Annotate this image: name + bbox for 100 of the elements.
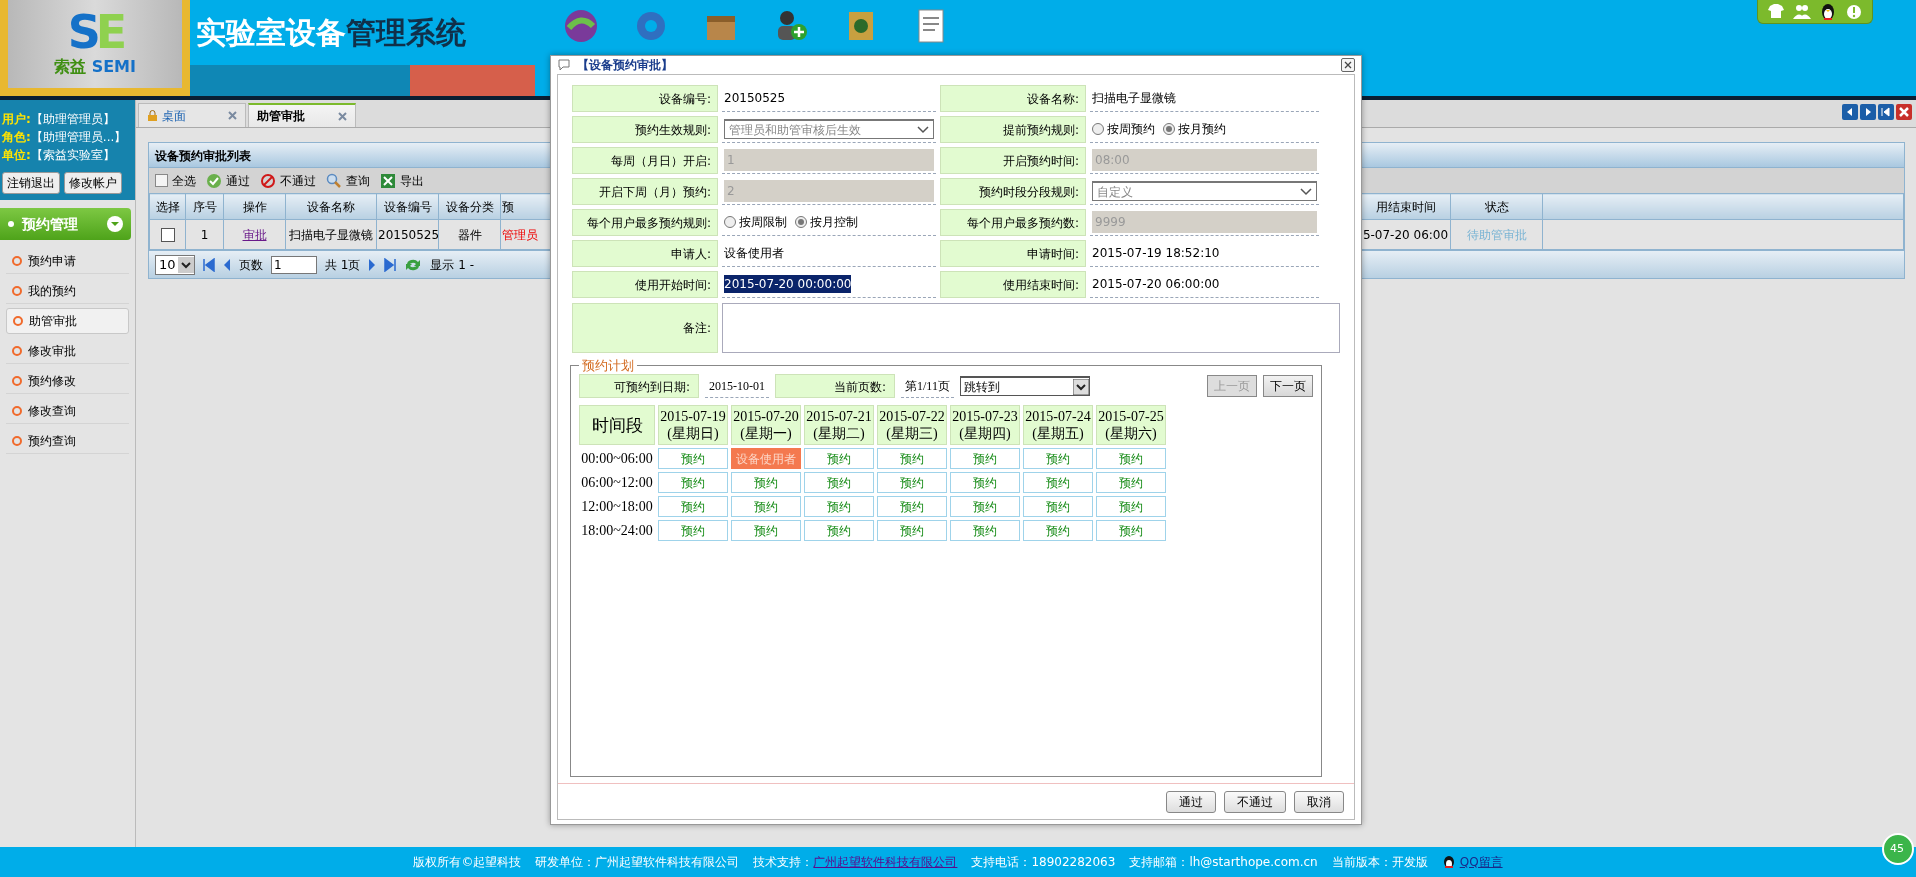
close-icon[interactable] [228, 111, 237, 120]
reserve-slot[interactable]: 预约 [877, 472, 947, 493]
counter-badge[interactable]: 45 [1882, 833, 1914, 865]
radio-option[interactable]: 按周预约 [1092, 120, 1155, 138]
radio-option[interactable]: 按月预约 [1163, 120, 1226, 138]
menu-item[interactable]: 助管审批 [6, 308, 129, 334]
checkbox[interactable] [155, 174, 168, 187]
field-label: 每个用户最多预约规则: [572, 209, 718, 236]
close-icon[interactable] [1896, 104, 1912, 120]
radio-option[interactable]: 按周限制 [724, 213, 787, 231]
column-header: 预 [500, 193, 552, 220]
select-field[interactable]: 自定义 [1092, 181, 1317, 201]
reserve-slot[interactable]: 预约 [658, 520, 728, 541]
users-icon[interactable] [1792, 2, 1812, 21]
reserve-slot[interactable]: 预约 [1023, 520, 1093, 541]
reserve-slot[interactable]: 预约 [658, 472, 728, 493]
last-page-icon[interactable] [384, 257, 397, 272]
reserve-slot[interactable]: 预约 [804, 448, 874, 469]
reserve-slot[interactable]: 预约 [1096, 472, 1166, 493]
first-page-icon[interactable] [1878, 104, 1894, 120]
info-value: 【助理管理员】 [30, 112, 115, 126]
reserve-slot[interactable]: 预约 [731, 520, 801, 541]
readonly-field: 1 [724, 149, 934, 171]
menu-item[interactable]: 预约修改 [6, 368, 129, 394]
field-value: 设备使用者 [724, 245, 784, 262]
next-icon[interactable] [368, 257, 377, 272]
toolbar-button[interactable]: 通过 [206, 171, 250, 190]
table-cell: 器件 [457, 227, 482, 242]
time-slot-label: 00:00~06:00 [581, 451, 653, 466]
reserve-slot[interactable]: 预约 [1096, 448, 1166, 469]
reserve-slot[interactable]: 预约 [877, 496, 947, 517]
reserve-slot[interactable]: 预约 [1023, 496, 1093, 517]
info-label: 用户: [2, 112, 31, 126]
toolbar-button[interactable]: 导出 [380, 171, 424, 190]
alert-icon[interactable] [1844, 2, 1864, 21]
section-title: 预约计划 [581, 359, 635, 372]
review-link[interactable]: 审批 [242, 227, 267, 242]
reserve-slot[interactable]: 预约 [804, 472, 874, 493]
reserve-slot[interactable]: 预约 [1096, 520, 1166, 541]
account-button[interactable]: 注销退出 [2, 172, 60, 194]
radio-option[interactable]: 按月控制 [795, 213, 858, 231]
toolbar-button[interactable]: 查询 [326, 171, 370, 190]
menu-item[interactable]: 修改审批 [6, 338, 129, 364]
toolbar-button[interactable]: 全选 [155, 171, 196, 190]
toolbar-button[interactable]: 不通过 [260, 171, 316, 190]
jump-select[interactable]: 跳转到 [959, 376, 1090, 396]
qq-link[interactable]: QQ留言 [1459, 853, 1503, 871]
reserve-slot[interactable]: 预约 [877, 448, 947, 469]
menu-item[interactable]: 我的预约 [6, 278, 129, 304]
dialog-button[interactable]: 不通过 [1224, 790, 1286, 813]
reserve-slot[interactable]: 预约 [950, 448, 1020, 469]
dialog-button[interactable]: 通过 [1166, 790, 1216, 813]
shirt-icon[interactable] [1766, 2, 1786, 21]
close-icon[interactable] [338, 111, 347, 121]
field-label: 每周（月日）开启: [572, 147, 718, 174]
day-header: 2015-07-23 (星期四) [952, 409, 1018, 441]
menu-item[interactable]: 预约申请 [6, 248, 129, 274]
column-header: 时间段 [579, 405, 655, 445]
tab[interactable]: 桌面 [138, 103, 246, 127]
reserve-slot[interactable]: 预约 [804, 496, 874, 517]
reserve-slot[interactable]: 预约 [804, 520, 874, 541]
menu-item[interactable]: 修改查询 [6, 398, 129, 424]
page-input[interactable]: 1 [271, 255, 317, 274]
footer-link[interactable]: 广州起望软件科技有限公司 [813, 855, 958, 869]
time-slot-label: 18:00~24:00 [581, 523, 653, 538]
tab[interactable]: 助管审批 [248, 103, 356, 127]
account-button[interactable]: 修改帐户 [64, 172, 122, 194]
select-field[interactable]: 管理员和助管审核后生效 [724, 119, 934, 139]
reserve-slot[interactable]: 预约 [1096, 496, 1166, 517]
reserve-slot[interactable]: 预约 [731, 472, 801, 493]
checkbox[interactable] [160, 227, 175, 242]
caret-icon [178, 256, 194, 273]
dialog-button[interactable]: 取消 [1294, 790, 1344, 813]
field-value: 第1/11页 [901, 374, 954, 398]
menu-header[interactable]: 预约管理 [0, 208, 131, 240]
next-page-button[interactable]: 下一页 [1263, 375, 1313, 397]
reserve-slot[interactable]: 预约 [731, 496, 801, 517]
field-label: 申请时间: [940, 240, 1086, 267]
reserve-slot[interactable]: 预约 [1023, 448, 1093, 469]
reserve-slot[interactable]: 预约 [877, 520, 947, 541]
first-page-icon[interactable] [203, 257, 215, 272]
reserve-slot[interactable]: 预约 [950, 496, 1020, 517]
field-value: 2015-07-20 00:00:00 [724, 275, 852, 293]
reserve-slot[interactable]: 预约 [1023, 472, 1093, 493]
remark-field[interactable] [722, 303, 1340, 353]
close-icon [1342, 59, 1354, 71]
reserve-slot[interactable]: 预约 [950, 520, 1020, 541]
reserve-slot[interactable]: 预约 [658, 448, 728, 469]
search-icon [326, 172, 342, 189]
reserve-slot[interactable]: 预约 [658, 496, 728, 517]
field-label: 每个用户最多预约数: [940, 209, 1086, 236]
close-button[interactable] [1341, 58, 1355, 72]
table-cell: 管理员 [502, 227, 538, 242]
previous-icon[interactable] [223, 257, 231, 272]
spreadsheet-icon [380, 172, 396, 189]
field-label: 提前预约规则: [940, 116, 1086, 143]
menu-item[interactable]: 预约查询 [6, 428, 129, 454]
reserve-slot[interactable]: 预约 [950, 472, 1020, 493]
field-value: 2015-07-19 18:52:10 [1092, 245, 1220, 262]
page-size-select[interactable]: 10 [155, 254, 195, 275]
